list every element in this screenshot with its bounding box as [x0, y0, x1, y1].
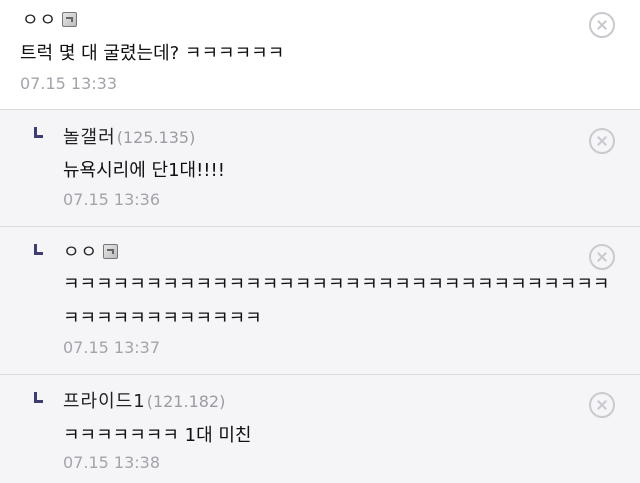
comment-date: 07.15 13:37	[63, 338, 160, 357]
comment-header: ㅇㅇ	[22, 6, 78, 32]
close-circle-icon[interactable]	[589, 244, 615, 270]
fixed-nick-icon	[103, 244, 119, 259]
reply-item: ㅇㅇ ㅋㅋㅋㅋㅋㅋㅋㅋㅋㅋㅋㅋㅋㅋㅋㅋㅋㅋㅋㅋㅋㅋㅋㅋㅋㅋㅋㅋㅋㅋㅋㅋㅋㅋㅋㅋㅋ…	[0, 227, 640, 375]
reply-arrow-icon	[34, 127, 43, 138]
close-circle-icon[interactable]	[589, 12, 615, 38]
comment-date: 07.15 13:33	[20, 74, 117, 93]
comment-text: 뉴욕시리에 단1대!!!!	[63, 160, 225, 181]
comment-nickname[interactable]: ㅇㅇ	[63, 238, 98, 264]
comment-text: ㅋㅋㅋㅋㅋㅋㅋㅋㅋㅋㅋㅋㅋㅋㅋㅋㅋㅋㅋㅋㅋㅋㅋㅋㅋㅋㅋㅋㅋㅋㅋㅋㅋㅋㅋㅋㅋㅋㅋㅋ…	[63, 274, 610, 329]
comment-nickname[interactable]: 프라이드1	[63, 387, 146, 413]
comment-text: ㅋㅋㅋㅋㅋㅋㅋ 1대 미친	[63, 425, 252, 446]
comment-header: 프라이드1 (121.182)	[63, 387, 225, 413]
reply-item: 놀갤러 (125.135) 뉴욕시리에 단1대!!!! 07.15 13:36	[0, 110, 640, 227]
comment-date: 07.15 13:36	[63, 190, 160, 209]
comment-nickname[interactable]: ㅇㅇ	[22, 6, 57, 32]
comment-ip: (121.182)	[146, 392, 226, 411]
comment-ip: (125.135)	[116, 128, 196, 147]
close-circle-icon[interactable]	[589, 128, 615, 154]
comment-nickname[interactable]: 놀갤러	[63, 123, 116, 149]
comment-header: 놀갤러 (125.135)	[63, 123, 195, 149]
comment-item: ㅇㅇ 트럭 몇 대 굴렸는데? ㅋㅋㅋㅋㅋㅋ 07.15 13:33	[0, 0, 640, 110]
reply-arrow-icon	[34, 392, 43, 403]
comment-header: ㅇㅇ	[63, 238, 119, 264]
comment-text: 트럭 몇 대 굴렸는데? ㅋㅋㅋㅋㅋㅋ	[20, 43, 285, 64]
close-circle-icon[interactable]	[589, 392, 615, 418]
reply-item: 프라이드1 (121.182) ㅋㅋㅋㅋㅋㅋㅋ 1대 미친 07.15 13:3…	[0, 375, 640, 483]
reply-arrow-icon	[34, 244, 43, 255]
fixed-nick-icon	[62, 12, 78, 27]
comment-date: 07.15 13:38	[63, 453, 160, 472]
